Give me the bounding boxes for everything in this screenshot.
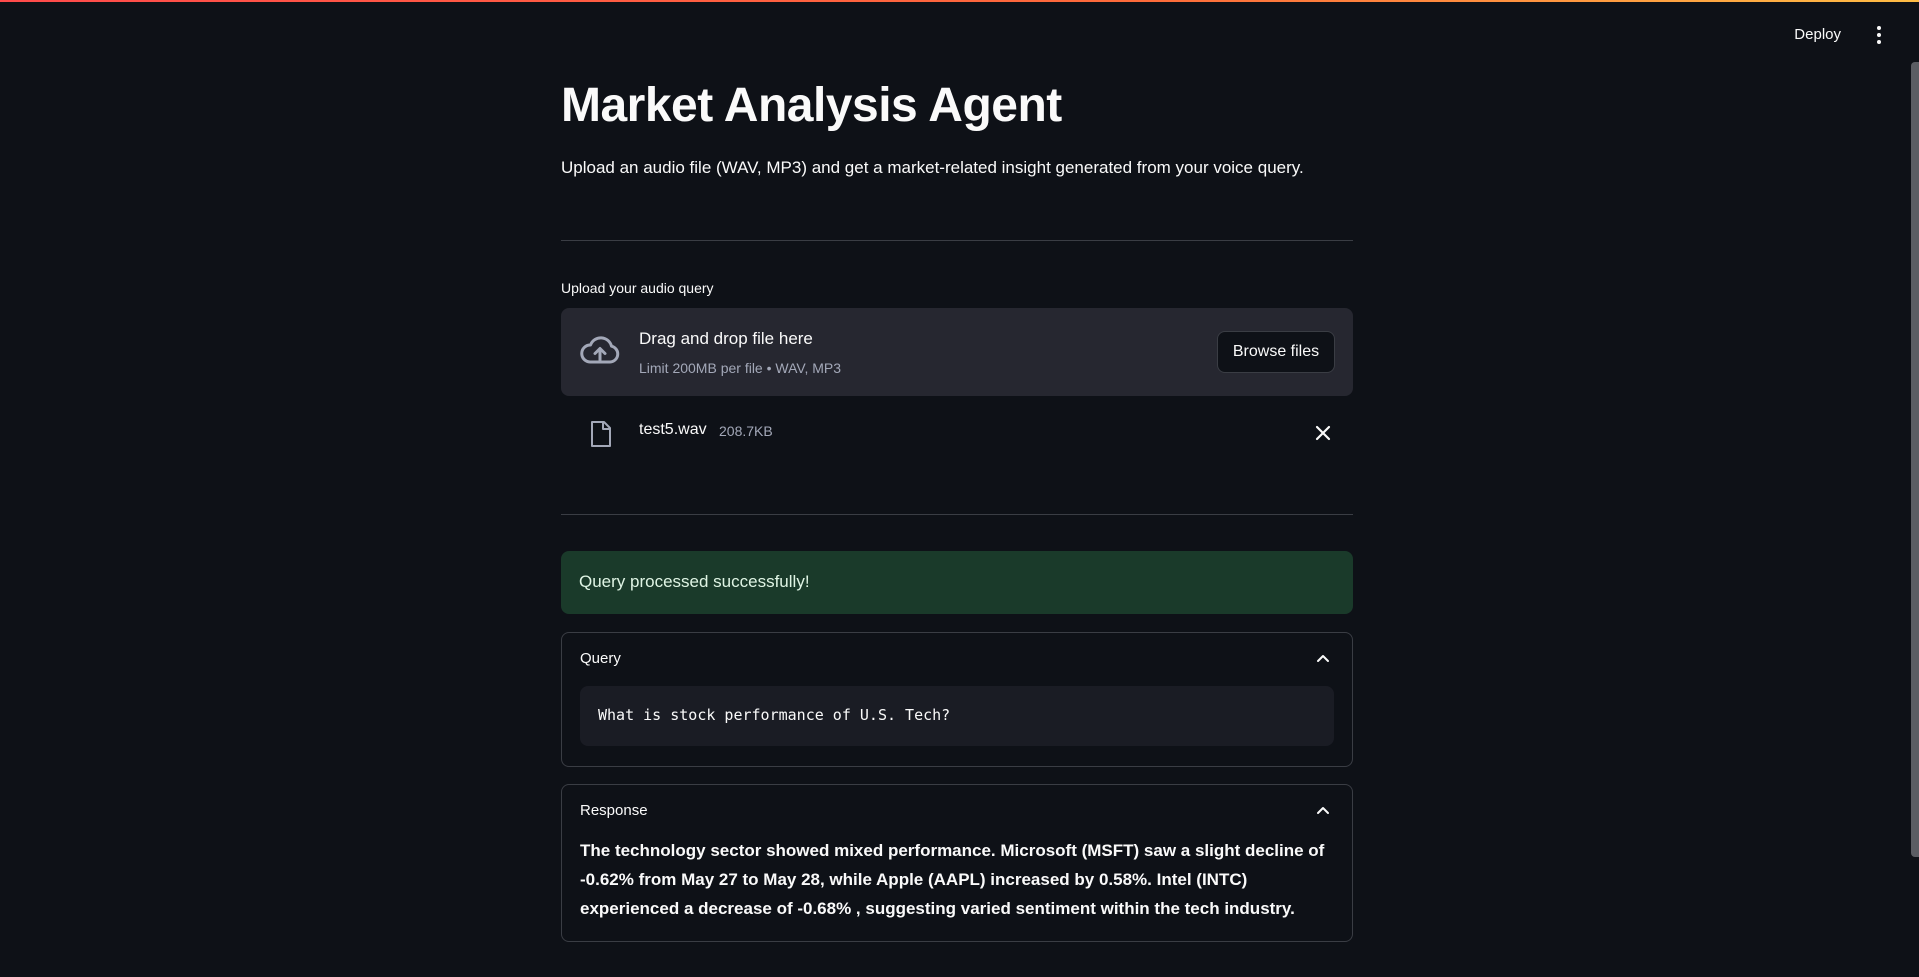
deploy-button[interactable]: Deploy (1788, 22, 1847, 47)
query-expander: Query What is stock performance of U.S. … (561, 632, 1353, 767)
response-expander: Response The technology sector showed mi… (561, 784, 1353, 942)
file-icon (591, 421, 611, 447)
dropzone-limit-text: Limit 200MB per file • WAV, MP3 (639, 360, 842, 376)
app-toolbar: Deploy (1788, 22, 1889, 47)
main-menu-icon[interactable] (1869, 23, 1889, 47)
uploader-label: Upload your audio query (561, 280, 714, 296)
file-name: test5.wav (639, 421, 707, 438)
page-scrollbar[interactable] (1911, 62, 1919, 857)
chevron-up-icon (1317, 655, 1329, 662)
query-expander-title: Query (580, 650, 621, 667)
uploaded-file-row: test5.wav 208.7KB (561, 416, 1353, 450)
query-code-block: What is stock performance of U.S. Tech? (580, 686, 1334, 746)
top-decoration-line (0, 0, 1919, 2)
divider (561, 240, 1353, 241)
file-size: 208.7KB (719, 423, 773, 439)
query-expander-header[interactable]: Query (562, 633, 1352, 685)
file-dropzone[interactable]: Drag and drop file here Limit 200MB per … (561, 308, 1353, 396)
divider (561, 514, 1353, 515)
browse-files-button[interactable]: Browse files (1217, 331, 1335, 373)
response-expander-title: Response (580, 802, 648, 819)
cloud-upload-icon (580, 336, 620, 364)
response-expander-header[interactable]: Response (562, 785, 1352, 837)
page-title: Market Analysis Agent (561, 79, 1062, 132)
success-alert: Query processed successfully! (561, 551, 1353, 614)
response-text: The technology sector showed mixed perfo… (580, 841, 1325, 918)
chevron-up-icon (1317, 807, 1329, 814)
query-text: What is stock performance of U.S. Tech? (598, 706, 951, 724)
success-alert-message: Query processed successfully! (579, 572, 810, 591)
page-subtitle: Upload an audio file (WAV, MP3) and get … (561, 158, 1304, 177)
dropzone-title: Drag and drop file here (639, 329, 813, 348)
close-icon[interactable] (1314, 424, 1332, 442)
